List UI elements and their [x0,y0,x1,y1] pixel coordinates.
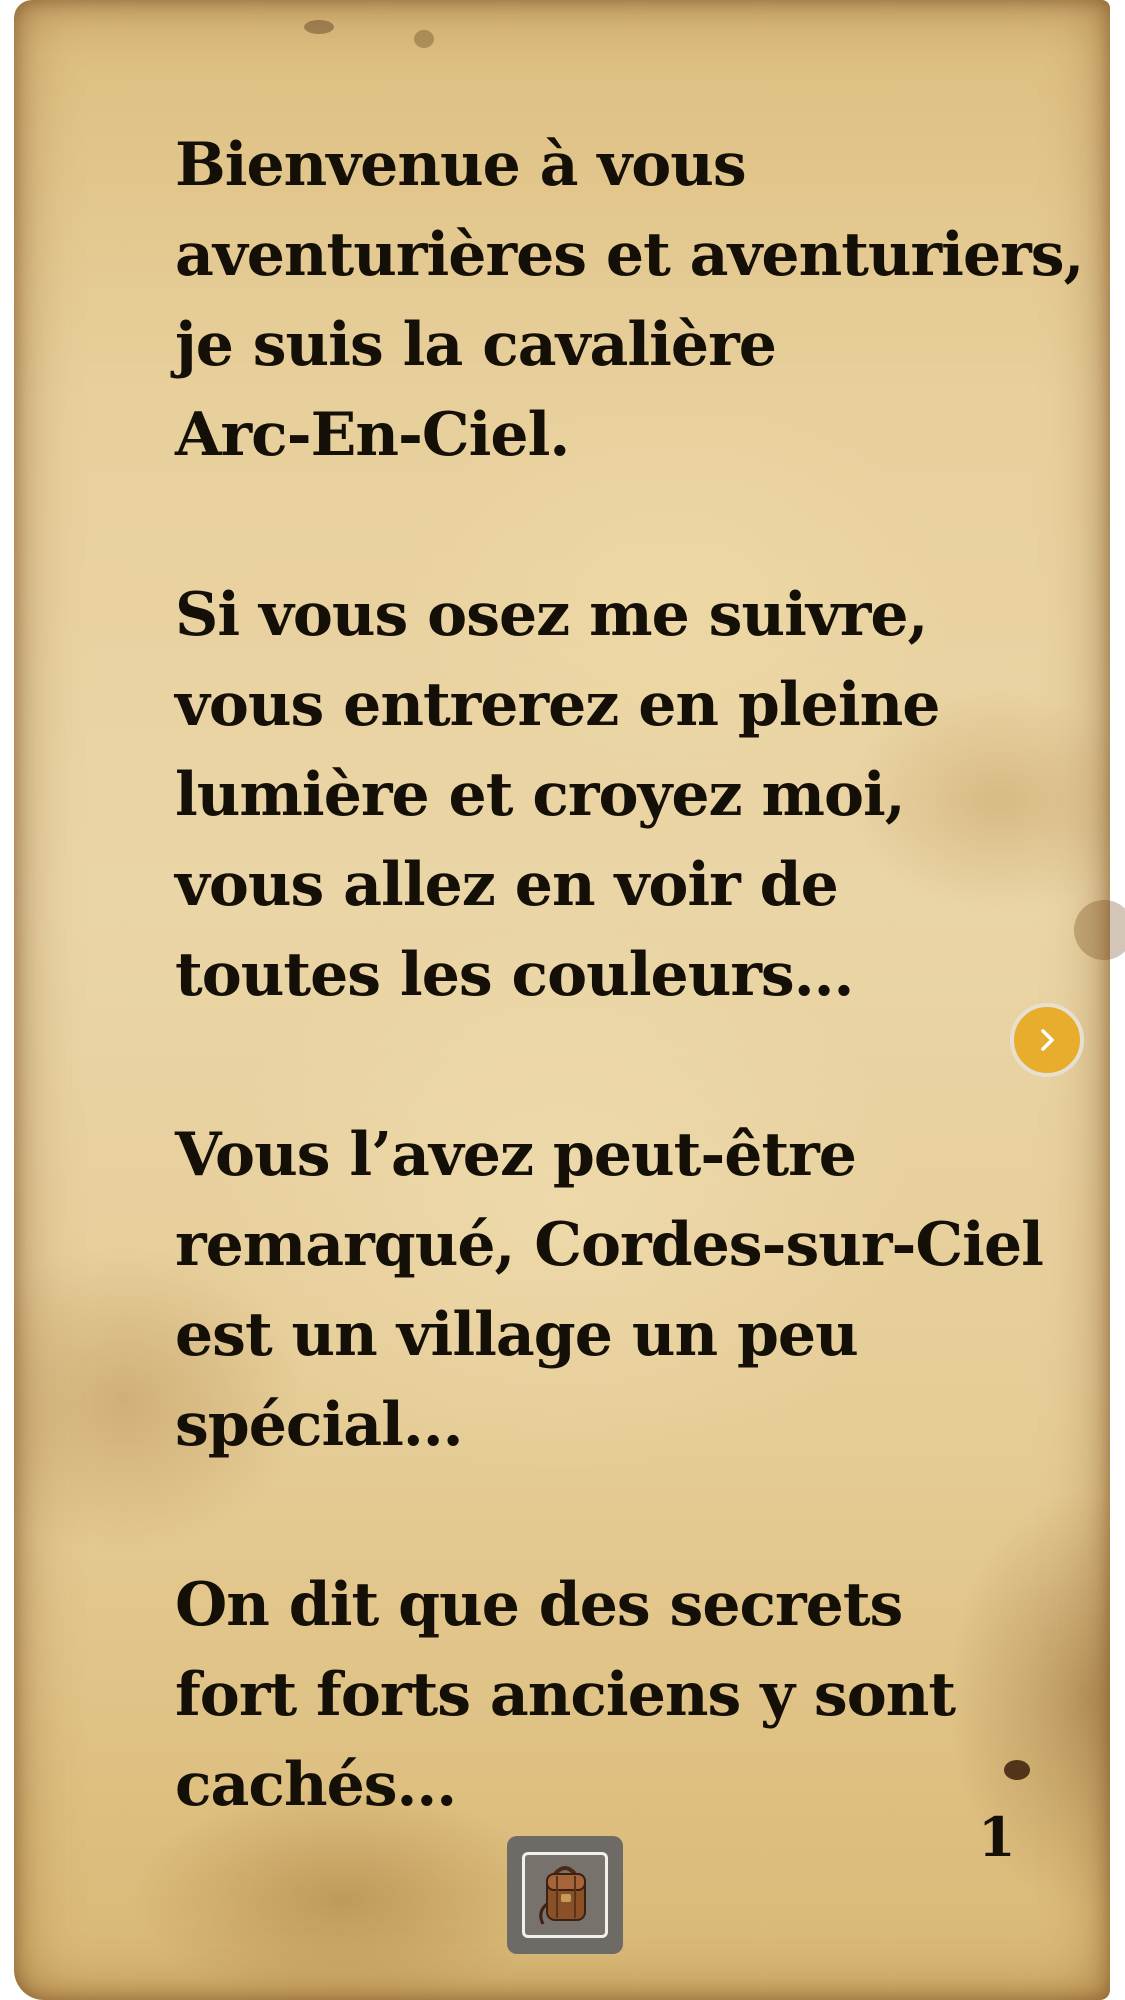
story-line: On dit que des secrets [175,1570,903,1640]
story-line: est un village un peu [175,1300,859,1370]
next-page-button[interactable] [1010,1003,1084,1077]
water-stain [1074,900,1125,960]
story-line: Vous l’avez peut-être [175,1120,857,1190]
story-line: fort forts anciens y sont [175,1660,956,1730]
story-line: je suis la cavalière [175,310,777,380]
backpack-icon [539,1866,586,1925]
story-screen: Bienvenue à vous aventurières et aventur… [0,0,1125,2000]
inventory-button[interactable] [507,1836,623,1954]
story-paragraph-4: On dit que des secrets fort forts ancien… [175,1560,1055,1830]
story-paragraph-3: Vous l’avez peut-être remarqué, Cordes-s… [175,1110,1055,1470]
inventory-frame [522,1852,608,1938]
story-line: remarqué, Cordes-sur-Ciel [175,1210,1044,1280]
story-line: toutes les couleurs... [175,940,854,1010]
story-line: Arc-En-Ciel. [175,400,570,470]
chevron-right-icon [1041,1029,1054,1051]
story-line: spécial... [175,1390,464,1460]
story-line: Si vous osez me suivre, [175,580,928,650]
page-number: 1 [978,1805,1016,1869]
pin-hole [304,20,334,34]
story-line: aventurières et aventuriers, [175,220,1084,290]
story-line: Bienvenue à vous [175,130,747,200]
pin-hole [414,30,434,48]
story-paragraph-2: Si vous osez me suivre, vous entrerez en… [175,570,1055,1020]
story-line: lumière et croyez moi, [175,760,906,830]
story-line: vous allez en voir de [175,850,839,920]
story-line: vous entrerez en pleine [175,670,940,740]
story-text: Bienvenue à vous aventurières et aventur… [175,120,1084,1920]
story-paragraph-1: Bienvenue à vous aventurières et aventur… [175,120,1084,480]
story-line: cachés... [175,1750,457,1820]
